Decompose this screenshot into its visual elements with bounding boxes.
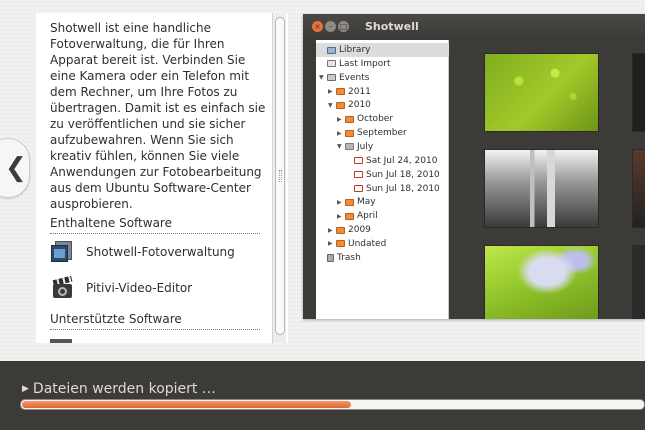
collapsed-arrow-icon: ▶ <box>337 198 342 206</box>
pitivi-icon <box>50 275 74 300</box>
collapsed-arrow-icon: ▶ <box>337 212 342 220</box>
expander-arrow-icon: ▶ <box>22 384 29 394</box>
included-item-pitivi: Pitivi-Video-Editor <box>50 274 266 302</box>
sidebar-item: ▼ Events <box>316 71 449 85</box>
photo-thumbnail <box>633 54 645 131</box>
sidebar-item-label: May <box>357 197 376 208</box>
sidebar-item-label: Sun Jul 18, 2010 <box>366 169 440 180</box>
folder-icon <box>345 115 354 123</box>
photo-thumbnail <box>633 246 645 319</box>
expanded-arrow-icon: ▼ <box>328 101 333 109</box>
photo-thumbnail <box>633 150 645 227</box>
sidebar-item: ▶ Undated <box>316 237 449 251</box>
sidebar-item-label: Sun Jul 18, 2010 <box>366 183 440 194</box>
chevron-left-icon: ❮ <box>5 153 27 183</box>
collapsed-arrow-icon: ▶ <box>328 240 333 248</box>
included-item-label: Pitivi-Video-Editor <box>86 281 193 295</box>
included-item-label: Shotwell-Fotoverwaltung <box>86 245 235 259</box>
events-icon <box>327 74 336 82</box>
sidebar-item-label: April <box>357 211 378 222</box>
collapsed-arrow-icon: ▶ <box>328 88 333 96</box>
install-progress-area: ▶ Dateien werden kopiert … <box>0 361 645 430</box>
window-titlebar: × – □ Shotwell <box>303 14 645 40</box>
sidebar-item: ▶ September <box>316 126 449 140</box>
folder-icon <box>345 129 354 137</box>
maximize-icon: □ <box>338 21 349 32</box>
progress-label: Dateien werden kopiert … <box>32 381 216 397</box>
library-icon <box>327 46 336 54</box>
folder-icon <box>336 101 345 109</box>
sidebar-item-label: Undated <box>348 238 387 249</box>
sidebar-item-label: October <box>357 114 394 125</box>
sidebar-item-label: Events <box>339 72 370 83</box>
shotwell-icon <box>50 240 74 264</box>
sidebar-item: Trash <box>316 251 449 265</box>
sidebar-item-label: Last Import <box>339 58 391 69</box>
text-panel-scrollbar[interactable] <box>272 13 286 343</box>
expanded-arrow-icon: ▼ <box>337 143 342 151</box>
sidebar-item: ▼ July <box>316 140 449 154</box>
shotwell-sidebar: Library Last Import ▼ Events ▶ 2011 ▼ 2010 ▶ Octo… <box>316 40 449 319</box>
day-icon <box>354 157 363 165</box>
folder-icon <box>336 88 345 96</box>
folder-icon <box>345 198 354 206</box>
included-software-heading: Enthaltene Software <box>50 216 260 234</box>
folder-icon <box>336 240 345 248</box>
photo-thumbnail <box>485 150 598 227</box>
sidebar-item: ▶ 2011 <box>316 85 449 99</box>
sidebar-item: ▶ October <box>316 112 449 126</box>
sidebar-item: Library <box>316 43 449 57</box>
sidebar-item: Last Import <box>316 57 449 71</box>
collapsed-arrow-icon: ▶ <box>337 115 342 123</box>
progress-bar <box>20 399 645 410</box>
sidebar-item: ▶ May <box>316 195 449 209</box>
supported-software-heading: Unterstützte Software <box>50 312 260 330</box>
shotwell-screenshot: × – □ Shotwell Library Last Import ▼ Events… <box>303 14 645 319</box>
window-title: Shotwell <box>365 20 419 33</box>
slide-text-panel: Shotwell ist eine handliche Fotoverwaltu… <box>36 13 288 343</box>
day-icon <box>354 185 363 192</box>
previous-slide-button[interactable]: ❮ <box>0 138 30 198</box>
sidebar-item-label: 2010 <box>348 100 371 111</box>
sidebar-item-label: Trash <box>337 252 361 263</box>
trash-icon <box>327 253 334 262</box>
scrollbar-thumb[interactable] <box>275 17 285 335</box>
progress-bar-fill <box>22 401 351 408</box>
sidebar-item-label: Sat Jul 24, 2010 <box>366 155 438 166</box>
supported-item-icon <box>50 339 72 343</box>
sidebar-item: ▶ 2009 <box>316 223 449 237</box>
scroll-grip-icon <box>279 170 282 182</box>
sidebar-item: Sun Jul 18, 2010 <box>316 182 449 196</box>
minimize-icon: – <box>325 21 336 32</box>
folder-open-icon <box>345 143 354 151</box>
photo-thumbnail <box>485 54 598 131</box>
sidebar-item: Sat Jul 24, 2010 <box>316 154 449 168</box>
sidebar-item: ▼ 2010 <box>316 98 449 112</box>
folder-icon <box>336 226 345 234</box>
sidebar-item: Sun Jul 18, 2010 <box>316 168 449 182</box>
sidebar-item-label: 2009 <box>348 225 371 236</box>
sidebar-item-label: September <box>357 128 407 139</box>
sidebar-item-label: Library <box>339 45 371 55</box>
import-icon <box>327 60 336 68</box>
sidebar-item-label: 2011 <box>348 86 371 97</box>
close-icon: × <box>312 21 323 32</box>
collapsed-arrow-icon: ▶ <box>337 129 342 137</box>
sidebar-item: ▶ April <box>316 209 449 223</box>
photo-grid <box>450 40 645 319</box>
folder-icon <box>345 212 354 220</box>
slide-description: Shotwell ist eine handliche Fotoverwaltu… <box>50 21 266 211</box>
collapsed-arrow-icon: ▶ <box>328 226 333 234</box>
sidebar-item-label: July <box>357 141 374 152</box>
progress-details-expander[interactable]: ▶ Dateien werden kopiert … <box>22 381 216 397</box>
photo-thumbnail <box>485 246 598 319</box>
day-icon <box>354 171 363 179</box>
included-item-shotwell: Shotwell-Fotoverwaltung <box>50 238 266 266</box>
expanded-arrow-icon: ▼ <box>319 74 324 82</box>
